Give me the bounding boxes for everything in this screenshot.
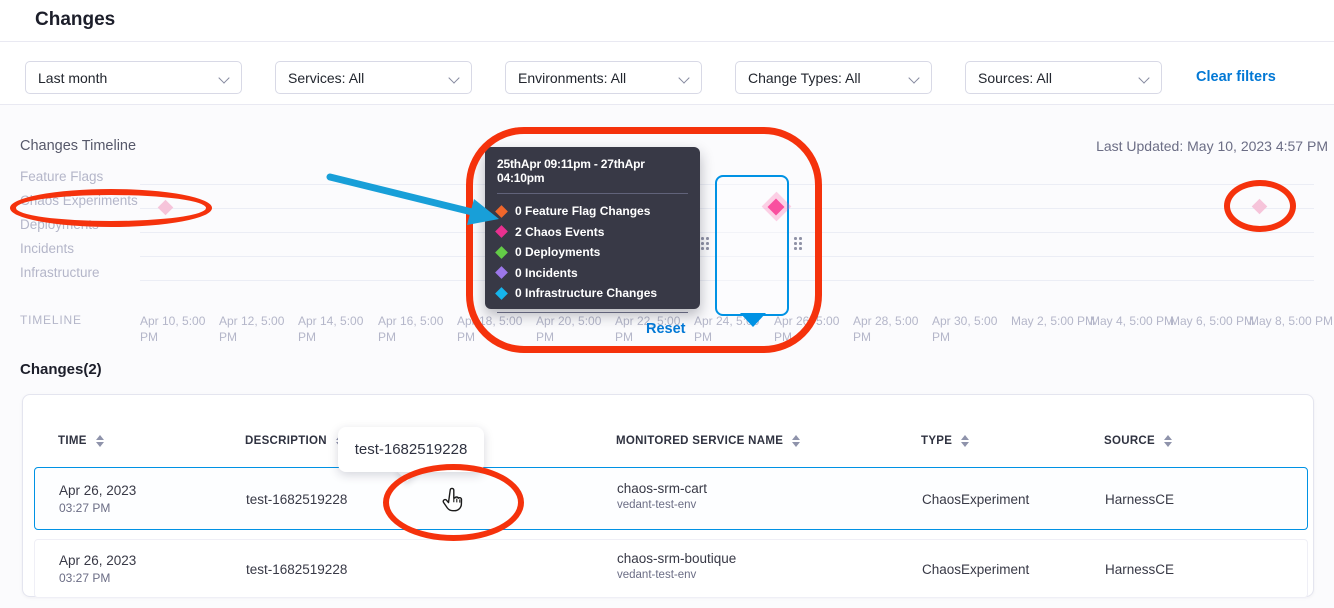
changes-timeline-section: Changes Timeline Last Updated: May 10, 2… — [0, 105, 1334, 355]
axis-tick: May 4, 5:00 PM — [1090, 313, 1176, 329]
cell-source: HarnessCE — [1105, 562, 1174, 577]
cell-monitored-service: chaos-srm-boutique vedant-test-env — [617, 551, 736, 581]
brush-left-handle[interactable] — [701, 237, 710, 253]
divider — [497, 193, 688, 194]
sort-icon[interactable] — [96, 435, 104, 447]
tooltip-item-label: 0 Infrastructure Changes — [515, 286, 657, 300]
axis-tick: Apr 28, 5:00 PM — [853, 313, 939, 345]
environments-dropdown[interactable]: Environments: All — [505, 61, 702, 94]
column-header-monitored-service[interactable]: MONITORED SERVICE NAME — [616, 435, 800, 447]
tooltip-item-label: 2 Chaos Events — [515, 225, 604, 239]
tooltip-item-deployments: 0 Deployments — [497, 242, 688, 263]
column-header-source[interactable]: SOURCE — [1104, 435, 1172, 447]
sources-value: Sources: All — [978, 70, 1052, 86]
timeline-row-feature-flags: Feature Flags — [20, 169, 103, 184]
brush-right-handle[interactable] — [794, 237, 803, 253]
cell-source: HarnessCE — [1105, 492, 1174, 507]
axis-tick: Apr 24, 5:00 PM — [694, 313, 780, 345]
sort-icon[interactable] — [792, 435, 800, 447]
tooltip-item-label: 0 Deployments — [515, 245, 600, 259]
axis-tick: Apr 30, 5:00 PM — [932, 313, 1018, 345]
cell-type: ChaosExperiment — [922, 562, 1029, 577]
axis-tick: Apr 20, 5:00 PM — [536, 313, 622, 345]
clear-filters-link[interactable]: Clear filters — [1196, 69, 1276, 85]
timeline-range-tooltip: 25thApr 09:11pm - 27thApr 04:10pm 0 Feat… — [485, 147, 700, 309]
column-header-description[interactable]: DESCRIPTION — [245, 435, 344, 447]
axis-tick: Apr 16, 5:00 PM — [378, 313, 464, 345]
timeline-row-infrastructure: Infrastructure — [20, 265, 100, 280]
time-range-dropdown[interactable]: Last month — [25, 61, 242, 94]
tooltip-item-label: 0 Feature Flag Changes — [515, 204, 650, 218]
title-bar: Changes — [0, 0, 1334, 42]
services-value: Services: All — [288, 70, 364, 86]
cell-description: test-1682519228 — [246, 562, 347, 577]
tooltip-item-label: 0 Incidents — [515, 266, 578, 280]
column-header-type[interactable]: TYPE — [921, 435, 969, 447]
timeline-row-incidents: Incidents — [20, 241, 74, 256]
chevron-down-icon — [909, 73, 919, 83]
table-row[interactable]: Apr 26, 2023 03:27 PM test-1682519228 ch… — [34, 467, 1308, 530]
changes-table: TIME DESCRIPTION MONITORED SERVICE NAME … — [22, 394, 1314, 597]
cell-type: ChaosExperiment — [922, 492, 1029, 507]
row-hover-tooltip: test-1682519228 — [338, 427, 484, 472]
filter-bar: Last month Services: All Environments: A… — [0, 42, 1334, 105]
chevron-down-icon — [1139, 73, 1149, 83]
chevron-down-icon — [449, 73, 459, 83]
time-range-value: Last month — [38, 70, 107, 86]
timeline-row-chaos-experiments: Chaos Experiments — [20, 193, 138, 208]
change-types-value: Change Types: All — [748, 70, 861, 86]
axis-tick: May 8, 5:00 PM — [1249, 313, 1334, 329]
changes-count-heading: Changes(2) — [20, 361, 102, 378]
cell-description: test-1682519228 — [246, 492, 347, 507]
environments-value: Environments: All — [518, 70, 626, 86]
tooltip-item-incidents: 0 Incidents — [497, 263, 688, 284]
cell-monitored-service: chaos-srm-cart vedant-test-env — [617, 481, 707, 511]
divider — [497, 312, 688, 313]
chevron-down-icon — [219, 73, 229, 83]
tooltip-item-feature-flags: 0 Feature Flag Changes — [497, 201, 688, 222]
reset-brush-link[interactable]: Reset — [646, 321, 686, 337]
tooltip-range-title: 25thApr 09:11pm - 27thApr 04:10pm — [497, 157, 688, 185]
axis-tick: Apr 26, 5:00 PM — [774, 313, 860, 345]
axis-tick: Apr 14, 5:00 PM — [298, 313, 384, 345]
page-title: Changes — [35, 9, 115, 31]
axis-tick: May 6, 5:00 PM — [1170, 313, 1256, 329]
axis-tick: Apr 12, 5:00 PM — [219, 313, 305, 345]
axis-tick: Apr 18, 5:00 PM — [457, 313, 543, 345]
infrastructure-diamond-icon — [495, 287, 508, 300]
chaos-event-diamond-icon — [495, 225, 508, 238]
tooltip-item-infrastructure: 0 Infrastructure Changes — [497, 283, 688, 304]
sort-icon[interactable] — [1164, 435, 1172, 447]
tooltip-item-chaos-events: 2 Chaos Events — [497, 222, 688, 243]
cell-time: Apr 26, 2023 03:27 PM — [59, 483, 136, 515]
chevron-down-icon — [679, 73, 689, 83]
sources-dropdown[interactable]: Sources: All — [965, 61, 1162, 94]
timeline-section-title: Changes Timeline — [20, 138, 136, 154]
timeline-axis-label: TIMELINE — [20, 313, 82, 327]
deployment-diamond-icon — [495, 246, 508, 259]
cell-time: Apr 26, 2023 03:27 PM — [59, 553, 136, 585]
axis-tick: May 2, 5:00 PM — [1011, 313, 1097, 329]
chaos-event-marker-faded[interactable] — [1252, 199, 1268, 215]
sort-icon[interactable] — [961, 435, 969, 447]
services-dropdown[interactable]: Services: All — [275, 61, 472, 94]
chaos-event-marker-faded[interactable] — [158, 200, 174, 216]
incident-diamond-icon — [495, 266, 508, 279]
brush-pointer-icon — [740, 313, 766, 327]
change-types-dropdown[interactable]: Change Types: All — [735, 61, 932, 94]
table-row[interactable]: Apr 26, 2023 03:27 PM test-1682519228 ch… — [34, 539, 1308, 598]
timeline-row-deployments: Deployments — [20, 217, 99, 232]
axis-tick: Apr 10, 5:00 PM — [140, 313, 226, 345]
column-header-time[interactable]: TIME — [58, 435, 104, 447]
feature-flag-diamond-icon — [495, 205, 508, 218]
last-updated-text: Last Updated: May 10, 2023 4:57 PM — [1096, 138, 1328, 154]
